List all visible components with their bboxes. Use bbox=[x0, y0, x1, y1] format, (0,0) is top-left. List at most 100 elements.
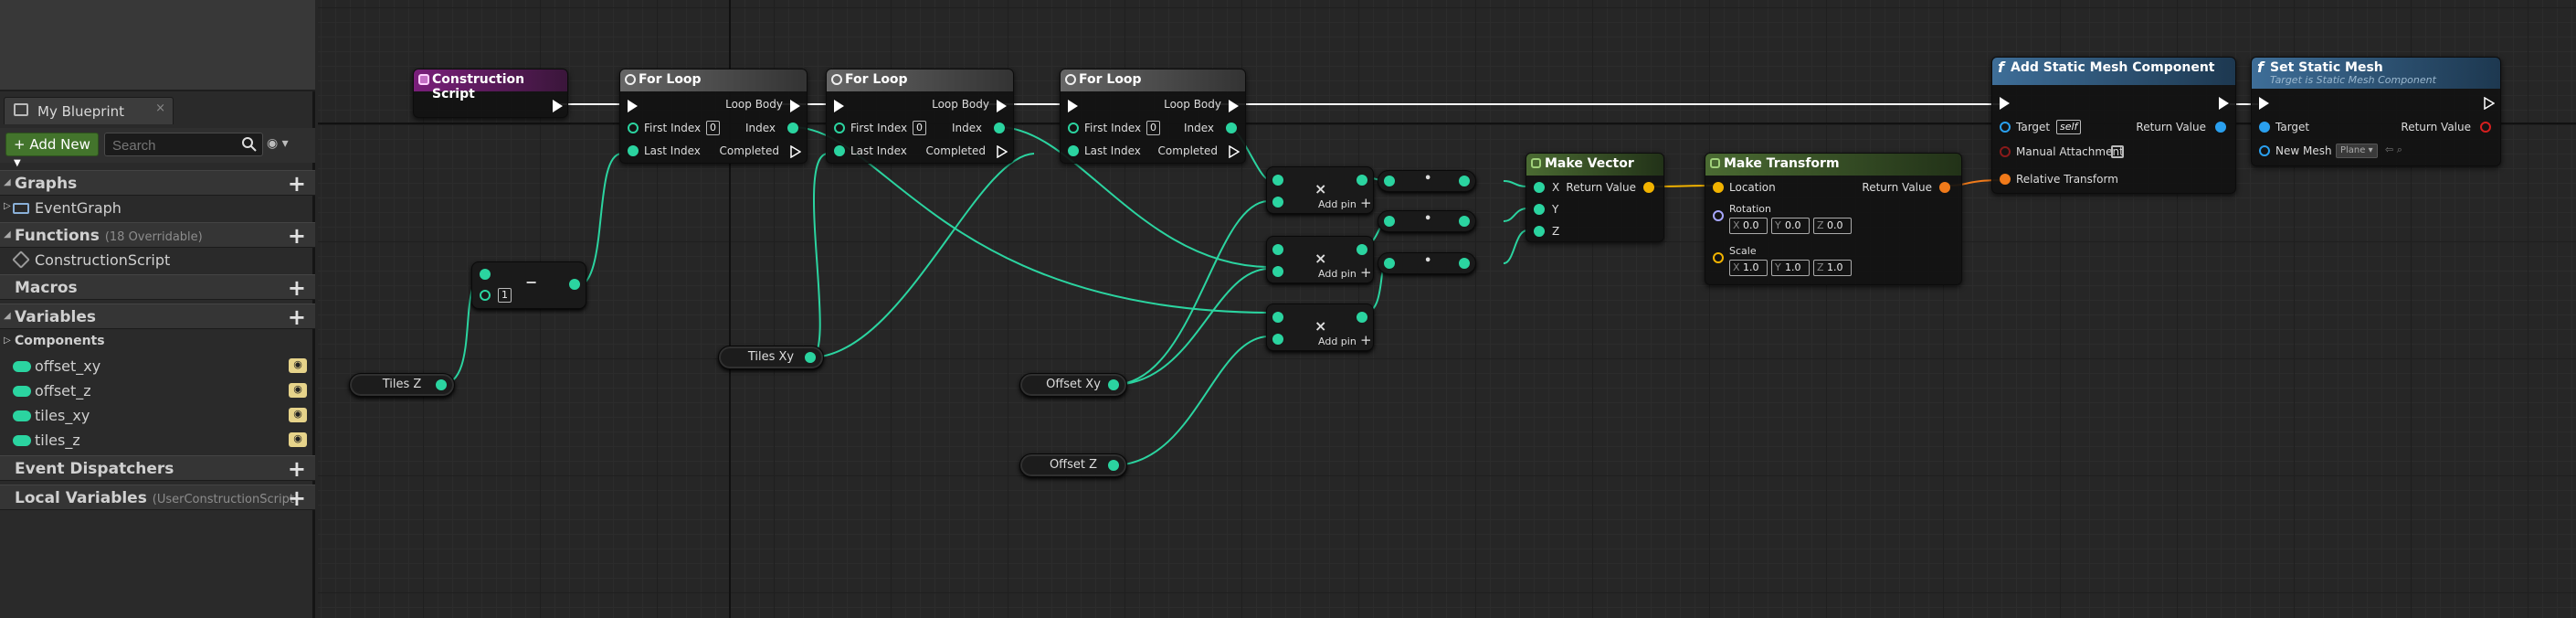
rotation-y-field[interactable]: Y 0.0 bbox=[1771, 218, 1810, 234]
browse-asset-icon[interactable]: ⇦ ⌕ bbox=[2385, 144, 2402, 156]
section-variables[interactable]: ◢ Variables + bbox=[0, 304, 315, 330]
set-static-mesh-node[interactable]: f Set Static Mesh Target is Static Mesh … bbox=[2251, 57, 2501, 166]
conv-out-pin[interactable] bbox=[1459, 216, 1470, 227]
loop-body-exec-pin[interactable] bbox=[790, 100, 800, 112]
index-out-pin[interactable] bbox=[787, 123, 798, 133]
subtract-b-value[interactable]: 1 bbox=[498, 288, 512, 303]
make-vector-node[interactable]: Make Vector X Return Value Y Z bbox=[1526, 153, 1664, 242]
function-item-constructionscript[interactable]: ConstructionScript bbox=[0, 249, 315, 272]
multiply-result-pin[interactable] bbox=[1357, 244, 1367, 255]
variables-components-category[interactable]: ▷ Components bbox=[0, 331, 315, 355]
for-loop-node-2[interactable]: For Loop Loop Body First Index 0 Index L… bbox=[826, 69, 1014, 164]
tiles-z-variable-node[interactable]: Tiles Z bbox=[349, 373, 455, 397]
multiply-b-pin[interactable] bbox=[1272, 266, 1283, 277]
multiply-a-pin[interactable] bbox=[1272, 244, 1283, 255]
multiply-result-pin[interactable] bbox=[1357, 312, 1367, 323]
multiply-node-1[interactable]: × Add pin + bbox=[1266, 166, 1374, 214]
scale-y-field[interactable]: Y 1.0 bbox=[1771, 260, 1810, 276]
last-index-pin[interactable] bbox=[834, 145, 845, 156]
variable-out-pin[interactable] bbox=[1108, 379, 1119, 390]
add-pin-label[interactable]: Add pin bbox=[1318, 336, 1357, 347]
first-index-pin[interactable] bbox=[628, 123, 639, 133]
multiply-b-pin[interactable] bbox=[1272, 197, 1283, 208]
first-index-value[interactable]: 0 bbox=[706, 121, 720, 135]
first-index-pin[interactable] bbox=[834, 123, 845, 133]
int-to-float-node-3[interactable]: • bbox=[1378, 252, 1476, 274]
add-pin-plus-icon[interactable]: + bbox=[1360, 264, 1372, 281]
visibility-eye-icon[interactable]: ◉ bbox=[289, 432, 307, 447]
view-options-eye-icon[interactable]: ◉ ▾ bbox=[267, 136, 303, 153]
variable-item-offset-z[interactable]: offset_z ◉ bbox=[0, 379, 315, 403]
add-new-button[interactable]: + Add New ▼ bbox=[5, 133, 99, 168]
int-to-float-node-1[interactable]: • bbox=[1378, 170, 1476, 192]
last-index-pin[interactable] bbox=[628, 145, 639, 156]
offset-z-variable-node[interactable]: Offset Z bbox=[1019, 453, 1127, 477]
section-functions[interactable]: ◢ Functions (18 Overridable) + bbox=[0, 222, 315, 249]
exec-in-pin[interactable] bbox=[2000, 97, 2010, 110]
exec-out-pin[interactable] bbox=[2219, 97, 2229, 110]
section-event-dispatchers[interactable]: Event Dispatchers + bbox=[0, 455, 315, 482]
exec-out-pin[interactable] bbox=[2484, 97, 2495, 110]
construction-script-node[interactable]: Construction Script bbox=[413, 69, 568, 118]
scale-pin[interactable] bbox=[1713, 252, 1724, 263]
add-macro-plus-icon[interactable]: + bbox=[288, 275, 306, 301]
multiply-a-pin[interactable] bbox=[1272, 312, 1283, 323]
location-pin[interactable] bbox=[1713, 182, 1724, 193]
index-out-pin[interactable] bbox=[1226, 123, 1237, 133]
multiply-node-2[interactable]: × Add pin + bbox=[1266, 236, 1374, 283]
y-pin[interactable] bbox=[1534, 204, 1545, 215]
last-index-pin[interactable] bbox=[1068, 145, 1079, 156]
section-macros[interactable]: Macros + bbox=[0, 274, 315, 301]
add-local-variable-plus-icon[interactable]: + bbox=[288, 485, 306, 511]
conv-out-pin[interactable] bbox=[1459, 258, 1470, 269]
scale-z-field[interactable]: Z 1.0 bbox=[1813, 260, 1852, 276]
conv-in-pin[interactable] bbox=[1384, 216, 1395, 227]
multiply-b-pin[interactable] bbox=[1272, 334, 1283, 345]
for-loop-node-1[interactable]: For Loop Loop Body First Index 0 Index L… bbox=[619, 69, 808, 164]
add-pin-plus-icon[interactable]: + bbox=[1360, 195, 1372, 211]
x-pin[interactable] bbox=[1534, 182, 1545, 193]
multiply-result-pin[interactable] bbox=[1357, 175, 1367, 186]
exec-in-pin[interactable] bbox=[834, 100, 844, 112]
subtract-node[interactable]: 1 − bbox=[471, 261, 586, 309]
exec-in-pin[interactable] bbox=[628, 100, 638, 112]
rotation-pin[interactable] bbox=[1713, 210, 1724, 221]
add-function-plus-icon[interactable]: + bbox=[288, 223, 306, 249]
target-pin[interactable] bbox=[2259, 122, 2270, 133]
add-pin-plus-icon[interactable]: + bbox=[1360, 332, 1372, 348]
exec-out-pin[interactable] bbox=[553, 100, 563, 112]
loop-body-exec-pin[interactable] bbox=[1229, 100, 1239, 112]
close-icon[interactable]: × bbox=[155, 101, 165, 115]
rotation-x-field[interactable]: X 0.0 bbox=[1729, 218, 1768, 234]
visibility-eye-icon[interactable]: ◉ bbox=[289, 408, 307, 422]
transform-out-pin[interactable] bbox=[1939, 182, 1950, 193]
mesh-asset-dropdown[interactable]: Plane ▾ bbox=[2336, 144, 2378, 158]
search-input[interactable] bbox=[104, 133, 263, 156]
variable-out-pin[interactable] bbox=[805, 352, 816, 363]
completed-exec-pin[interactable] bbox=[1229, 145, 1240, 158]
target-pin[interactable] bbox=[2000, 122, 2011, 133]
conv-out-pin[interactable] bbox=[1459, 176, 1470, 186]
subtract-a-pin[interactable] bbox=[480, 269, 491, 280]
multiply-node-3[interactable]: × Add pin + bbox=[1266, 304, 1374, 351]
add-variable-plus-icon[interactable]: + bbox=[288, 304, 306, 330]
scale-x-field[interactable]: X 1.0 bbox=[1729, 260, 1768, 276]
exec-in-pin[interactable] bbox=[1068, 100, 1078, 112]
subtract-b-pin[interactable] bbox=[480, 290, 491, 301]
graph-item-eventgraph[interactable]: ▷ EventGraph bbox=[0, 197, 315, 220]
variable-item-tiles-xy[interactable]: tiles_xy ◉ bbox=[0, 404, 315, 428]
visibility-eye-icon[interactable]: ◉ bbox=[289, 383, 307, 398]
subtract-result-pin[interactable] bbox=[569, 279, 580, 290]
vector-out-pin[interactable] bbox=[1643, 182, 1654, 193]
exec-in-pin[interactable] bbox=[2259, 97, 2269, 110]
first-index-value[interactable]: 0 bbox=[913, 121, 926, 135]
add-graph-plus-icon[interactable]: + bbox=[288, 171, 306, 197]
manual-attachment-pin[interactable] bbox=[2000, 146, 2011, 157]
completed-exec-pin[interactable] bbox=[790, 145, 801, 158]
tiles-xy-variable-node[interactable]: Tiles Xy bbox=[718, 346, 824, 369]
first-index-pin[interactable] bbox=[1068, 123, 1079, 133]
manual-attachment-checkbox[interactable] bbox=[2111, 145, 2124, 158]
int-to-float-node-2[interactable]: • bbox=[1378, 210, 1476, 232]
first-index-value[interactable]: 0 bbox=[1146, 121, 1160, 135]
component-out-pin[interactable] bbox=[2215, 122, 2226, 133]
